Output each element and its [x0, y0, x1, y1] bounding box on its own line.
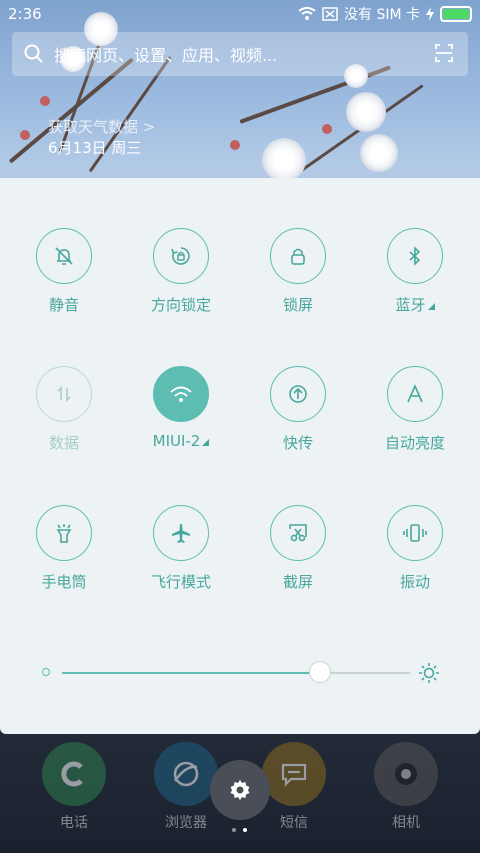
- toggle-label: 截屏: [282, 573, 313, 591]
- brightness-fill: [62, 672, 320, 674]
- search-icon: [24, 44, 43, 63]
- bluetooth-circle: [387, 228, 443, 284]
- page-dot: [232, 828, 236, 832]
- vibrate-circle: [387, 505, 443, 561]
- toggle-bluetooth[interactable]: 蓝牙: [355, 228, 475, 315]
- page-indicator: [232, 828, 247, 832]
- toggle-label: 方向锁定: [150, 296, 211, 314]
- wifi-status-icon: [298, 7, 316, 20]
- vibrate-icon: [403, 524, 427, 542]
- toggle-label: 蓝牙: [355, 294, 475, 315]
- toggle-label: 锁屏: [282, 296, 313, 314]
- toggle-label: 飞行模式: [150, 573, 211, 591]
- share-icon: [289, 385, 307, 403]
- weather-link[interactable]: 获取天气数据 >: [48, 116, 155, 137]
- brightness-knob[interactable]: [308, 661, 331, 683]
- screenshot-circle: [270, 505, 326, 561]
- messages-icon: [262, 742, 326, 806]
- status-bar: 2:36 没有 SIM 卡: [0, 0, 480, 28]
- gear-icon: [230, 780, 250, 800]
- app-camera[interactable]: 相机: [366, 742, 446, 832]
- lock-icon: [291, 248, 305, 265]
- toggle-vibrate[interactable]: 振动: [355, 505, 475, 592]
- data-circle: [36, 366, 92, 422]
- camera-icon: [374, 742, 438, 806]
- toggle-silent[interactable]: 静音: [4, 228, 124, 315]
- app-label: 短信: [280, 815, 308, 831]
- toggle-wifi[interactable]: MIUI-2: [121, 366, 241, 450]
- share-circle: [270, 366, 326, 422]
- airplane-icon: [172, 524, 190, 543]
- app-label: 相机: [392, 815, 420, 831]
- search-bar[interactable]: 搜索网页、设置、应用、视频...: [12, 32, 468, 76]
- status-icons: 没有 SIM 卡: [298, 4, 472, 24]
- airplane-circle: [153, 505, 209, 561]
- rotation-lock-circle: [153, 228, 209, 284]
- search-placeholder: 搜索网页、设置、应用、视频...: [54, 46, 278, 65]
- app-label: 电话: [60, 815, 88, 831]
- rotation-lock-icon: [171, 247, 190, 265]
- screenshot-icon: [289, 524, 307, 542]
- app-phone[interactable]: 电话: [34, 742, 114, 832]
- toggle-flashlight[interactable]: 手电筒: [4, 505, 124, 592]
- lock-circle: [270, 228, 326, 284]
- no-sim-icon: [322, 7, 338, 21]
- weather-date: 6月13日 周三: [48, 139, 142, 157]
- toggle-lock-screen[interactable]: 锁屏: [238, 228, 358, 315]
- browser-icon: [154, 742, 218, 806]
- auto-brightness-circle: [387, 366, 443, 422]
- toggle-label: 快传: [282, 434, 313, 452]
- charging-icon: [426, 7, 434, 21]
- battery-icon: [440, 6, 472, 22]
- brightness-min-icon: [42, 668, 50, 676]
- flashlight-icon: [56, 524, 72, 543]
- status-time: 2:36: [8, 5, 42, 23]
- silent-circle: [36, 228, 92, 284]
- toggle-label: 手电筒: [41, 573, 87, 591]
- brightness-slider[interactable]: [40, 658, 444, 688]
- toggle-label: MIUI-2: [121, 432, 241, 450]
- toggle-quick-share[interactable]: 快传: [238, 366, 358, 453]
- toggle-airplane[interactable]: 飞行模式: [121, 505, 241, 592]
- expand-triangle-icon: [202, 439, 210, 446]
- toggle-label: 静音: [48, 296, 79, 314]
- toggle-label: 数据: [48, 434, 79, 452]
- toggle-auto-brightness[interactable]: 自动亮度: [355, 366, 475, 453]
- toggle-data[interactable]: 数据: [4, 366, 124, 453]
- data-icon: [57, 386, 71, 402]
- expand-triangle-icon: [427, 303, 435, 310]
- scan-icon[interactable]: [434, 43, 454, 63]
- brightness-max-icon: [419, 663, 439, 683]
- toggle-screenshot[interactable]: 截屏: [238, 505, 358, 592]
- toggle-label: 自动亮度: [384, 434, 445, 452]
- page-dot-active: [243, 828, 247, 832]
- settings-button[interactable]: [210, 760, 270, 820]
- quick-settings-panel: 静音 方向锁定 锁屏 蓝牙 数据 MIUI-2 快传 自动亮度 手电筒 飞行模式…: [0, 178, 480, 734]
- bluetooth-icon: [409, 246, 421, 266]
- phone-icon: [42, 742, 106, 806]
- carrier-text: 没有 SIM 卡: [344, 7, 420, 23]
- auto-brightness-icon: [407, 384, 423, 403]
- toggle-label: 振动: [399, 573, 430, 591]
- app-label: 浏览器: [165, 815, 207, 831]
- bell-off-icon: [55, 247, 73, 265]
- wifi-icon: [170, 386, 192, 402]
- toggle-rotation-lock[interactable]: 方向锁定: [121, 228, 241, 315]
- flashlight-circle: [36, 505, 92, 561]
- wifi-circle: [153, 366, 209, 422]
